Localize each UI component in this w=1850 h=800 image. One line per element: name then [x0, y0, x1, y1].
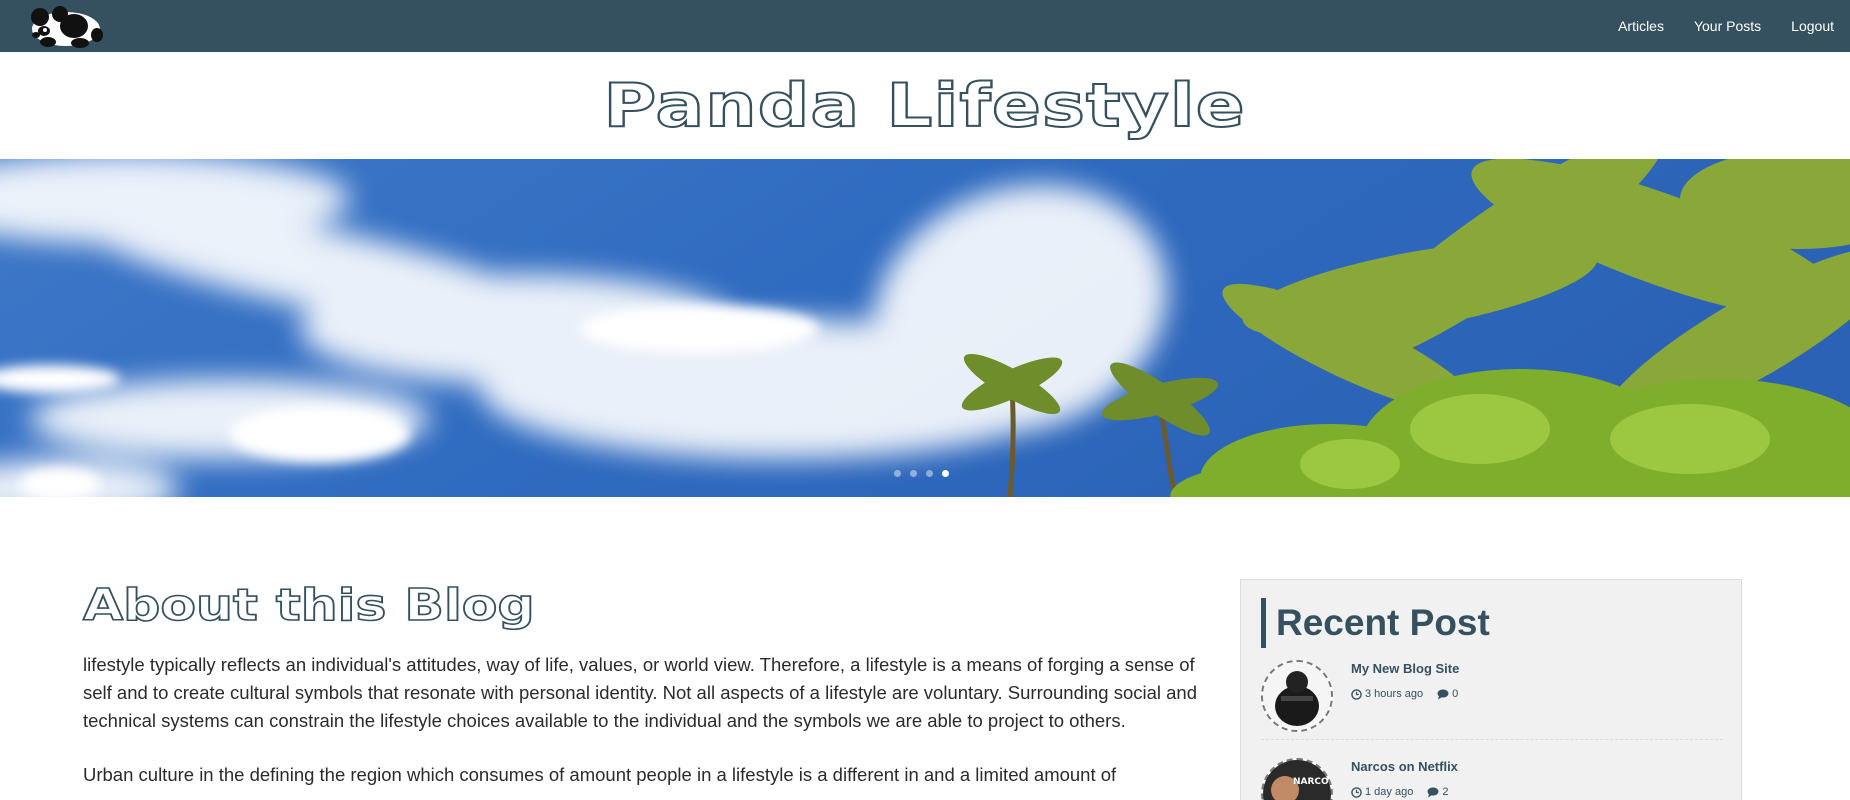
nav-links: Articles Your Posts Logout [1618, 0, 1834, 52]
about-paragraph: Urban culture in the defining the region… [83, 764, 1117, 785]
post-meta: 3 hours ago 0 [1351, 688, 1458, 700]
post-time: 1 day ago [1365, 786, 1414, 798]
carousel-dot-1[interactable] [894, 470, 901, 477]
post-title[interactable]: My New Blog Site [1351, 661, 1459, 676]
carousel-dot-2[interactable] [910, 470, 917, 477]
comment-icon [1427, 787, 1439, 797]
panda-logo-icon[interactable] [26, 4, 104, 48]
hero-carousel [0, 159, 1850, 497]
nav-link-logout[interactable]: Logout [1791, 18, 1834, 34]
carousel-dot-3[interactable] [926, 470, 933, 477]
post-comment-count: 2 [1442, 786, 1449, 798]
site-title-bar: Panda Lifestyle [0, 52, 1850, 159]
about-body: lifestyle typically reflects an individu… [83, 651, 1203, 800]
hero-image [0, 159, 1850, 497]
post-time: 3 hours ago [1365, 688, 1424, 700]
comment-icon [1437, 689, 1449, 699]
about-paragraph: lifestyle typically reflects an individu… [83, 654, 1198, 731]
post-title[interactable]: Narcos on Netflix [1351, 759, 1458, 774]
post-meta: 1 day ago 2 [1351, 786, 1448, 798]
top-navbar: Articles Your Posts Logout [0, 0, 1850, 52]
post-thumb-text: NARCOS [1293, 777, 1331, 787]
site-title: Panda Lifestyle [603, 70, 1247, 142]
recent-post-item[interactable]: NARCOS Narcos on Netflix 1 day ago 2 [1261, 758, 1723, 800]
clock-icon [1351, 786, 1362, 798]
post-thumbnail[interactable]: NARCOS [1261, 758, 1333, 800]
carousel-indicators [894, 470, 949, 477]
about-title: About this Blog [82, 579, 536, 632]
recent-post-item[interactable]: My New Blog Site 3 hours ago 0 [1261, 660, 1723, 740]
clock-icon [1351, 688, 1362, 700]
carousel-dot-4[interactable] [942, 470, 949, 477]
recent-post-heading: Recent Post [1261, 598, 1490, 648]
recent-posts-sidebar: Recent Post My New Blog Site 3 hours ago [1240, 579, 1742, 800]
nav-link-your-posts[interactable]: Your Posts [1694, 18, 1761, 34]
nav-link-articles[interactable]: Articles [1618, 18, 1664, 34]
post-comment-count: 0 [1452, 688, 1459, 700]
post-thumbnail[interactable] [1261, 660, 1333, 732]
